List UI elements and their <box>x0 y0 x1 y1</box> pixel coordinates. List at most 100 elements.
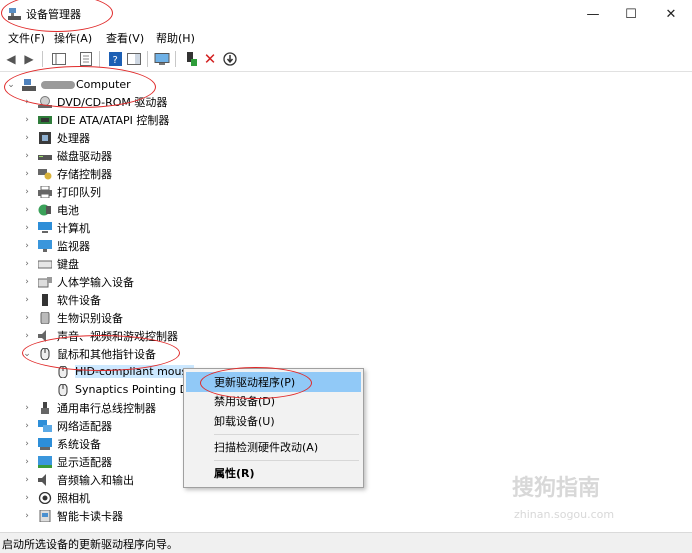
tree-category[interactable]: › 磁盘驱动器 <box>22 147 112 164</box>
expand-chevron-icon[interactable]: › <box>22 259 32 269</box>
software-device-icon <box>42 293 48 306</box>
category-label: 电池 <box>57 203 79 217</box>
hid-icon <box>38 276 52 287</box>
tree-category[interactable]: › 音频输入和输出 <box>22 471 134 488</box>
battery-icon <box>38 204 51 215</box>
category-label: 键盘 <box>57 257 79 271</box>
device-label: Synaptics Pointing De <box>75 383 195 396</box>
toolbar-separator <box>99 51 100 67</box>
category-label: 处理器 <box>57 131 90 145</box>
expand-chevron-icon[interactable]: › <box>22 169 32 179</box>
tree-category[interactable]: › 计算机 <box>22 219 90 236</box>
action-pane-icon[interactable] <box>125 50 143 68</box>
expand-chevron-icon[interactable]: › <box>22 331 32 341</box>
uninstall-x-icon[interactable]: ✕ <box>201 50 219 68</box>
tree-category[interactable]: › 网络适配器 <box>22 417 112 434</box>
category-label: 通用串行总线控制器 <box>57 401 156 415</box>
scan-hardware-icon[interactable] <box>153 50 171 68</box>
tree-category[interactable]: › 显示适配器 <box>22 453 112 470</box>
tree-category[interactable]: › 照相机 <box>22 489 90 506</box>
disk-drive-icon <box>38 154 52 160</box>
ide-controller-icon <box>38 115 52 124</box>
device-synaptics-pointing[interactable]: Synaptics Pointing De <box>50 381 195 398</box>
expand-chevron-icon[interactable]: › <box>22 457 32 467</box>
update-driver-icon[interactable] <box>182 50 200 68</box>
expand-chevron-icon[interactable]: › <box>22 295 32 305</box>
annotation-ellipse-update-driver <box>200 367 312 399</box>
biometric-icon <box>40 311 50 324</box>
expand-chevron-icon[interactable]: › <box>22 115 32 125</box>
expand-chevron-icon[interactable]: › <box>22 187 32 197</box>
expand-chevron-icon[interactable]: › <box>22 277 32 287</box>
tree-category[interactable]: › 生物识别设备 <box>22 309 123 326</box>
context-properties[interactable]: 属性(R) <box>186 463 361 483</box>
svg-text:?: ? <box>112 55 117 66</box>
storage-controller-icon <box>38 168 52 179</box>
tree-category[interactable]: › 系统设备 <box>22 435 101 452</box>
status-bar: 启动所选设备的更新驱动程序向导。 <box>0 532 692 553</box>
category-label: 计算机 <box>57 221 90 235</box>
expand-chevron-icon[interactable]: › <box>22 421 32 431</box>
back-arrow-icon[interactable]: ◀ <box>2 50 20 68</box>
tree-category[interactable]: › 存储控制器 <box>22 165 112 182</box>
help-icon[interactable]: ? <box>106 50 124 68</box>
camera-icon <box>38 491 52 504</box>
toolbar-separator <box>147 51 148 67</box>
smartcard-reader-icon <box>39 509 51 522</box>
context-uninstall-device[interactable]: 卸载设备(U) <box>186 411 361 431</box>
expand-chevron-icon[interactable]: › <box>22 493 32 503</box>
tree-category[interactable]: › 打印队列 <box>22 183 101 200</box>
menu-help[interactable]: 帮助(H) <box>156 30 195 46</box>
tree-category[interactable]: › 软件设备 <box>22 291 101 308</box>
expand-chevron-icon[interactable]: › <box>22 439 32 449</box>
menu-bar: 文件(F) 操作(A) 查看(V) 帮助(H) <box>0 28 692 46</box>
category-label: 网络适配器 <box>57 419 112 433</box>
category-label: 音频输入和输出 <box>57 473 134 487</box>
category-label: 存储控制器 <box>57 167 112 181</box>
expand-chevron-icon[interactable]: › <box>22 403 32 413</box>
computer-icon <box>38 221 52 233</box>
monitor-icon <box>38 239 52 252</box>
category-label: 人体学输入设备 <box>57 275 134 289</box>
enable-device-icon[interactable] <box>221 50 239 68</box>
mouse-device-icon <box>58 383 68 396</box>
category-label: 打印队列 <box>57 185 101 199</box>
category-label: 智能卡读卡器 <box>57 509 123 523</box>
expand-chevron-icon[interactable]: › <box>22 313 32 323</box>
expand-chevron-icon[interactable]: › <box>22 475 32 485</box>
context-separator <box>214 460 359 461</box>
menu-view[interactable]: 查看(V) <box>106 30 144 46</box>
tree-category[interactable]: › 通用串行总线控制器 <box>22 399 156 416</box>
system-device-icon <box>38 437 52 450</box>
context-separator <box>214 434 359 435</box>
category-label: 软件设备 <box>57 293 101 307</box>
annotation-ellipse-root <box>4 66 156 108</box>
watermark-brand: 搜狗指南 <box>512 476 601 501</box>
category-label: 照相机 <box>57 491 90 505</box>
processor-icon <box>39 131 51 144</box>
tree-category[interactable]: › 处理器 <box>22 129 90 146</box>
tree-category[interactable]: › 电池 <box>22 201 79 218</box>
watermark-url: zhinan.sogou.com <box>514 508 615 521</box>
keyboard-icon <box>38 260 52 268</box>
show-hide-console-tree-icon[interactable] <box>50 50 68 68</box>
audio-io-icon <box>38 473 46 486</box>
expand-chevron-icon[interactable]: › <box>22 223 32 233</box>
category-label: 系统设备 <box>57 437 101 451</box>
menu-file[interactable]: 文件(F) <box>8 30 45 46</box>
forward-arrow-icon[interactable]: ▶ <box>20 50 38 68</box>
menu-action[interactable]: 操作(A) <box>54 30 92 46</box>
expand-chevron-icon[interactable]: › <box>22 205 32 215</box>
expand-chevron-icon[interactable]: › <box>22 241 32 251</box>
tree-category[interactable]: › 人体学输入设备 <box>22 273 134 290</box>
context-scan-hardware[interactable]: 扫描检测硬件改动(A) <box>186 437 361 457</box>
close-button[interactable]: ✕ <box>648 0 692 28</box>
expand-chevron-icon[interactable]: › <box>22 151 32 161</box>
tree-category[interactable]: › 监视器 <box>22 237 90 254</box>
expand-chevron-icon[interactable]: › <box>22 511 32 521</box>
tree-category[interactable]: › 键盘 <box>22 255 79 272</box>
tree-category[interactable]: › 智能卡读卡器 <box>22 507 123 524</box>
annotation-ellipse-mouse-category <box>22 335 180 371</box>
expand-chevron-icon[interactable]: › <box>22 133 32 143</box>
tree-category[interactable]: › IDE ATA/ATAPI 控制器 <box>22 111 169 128</box>
